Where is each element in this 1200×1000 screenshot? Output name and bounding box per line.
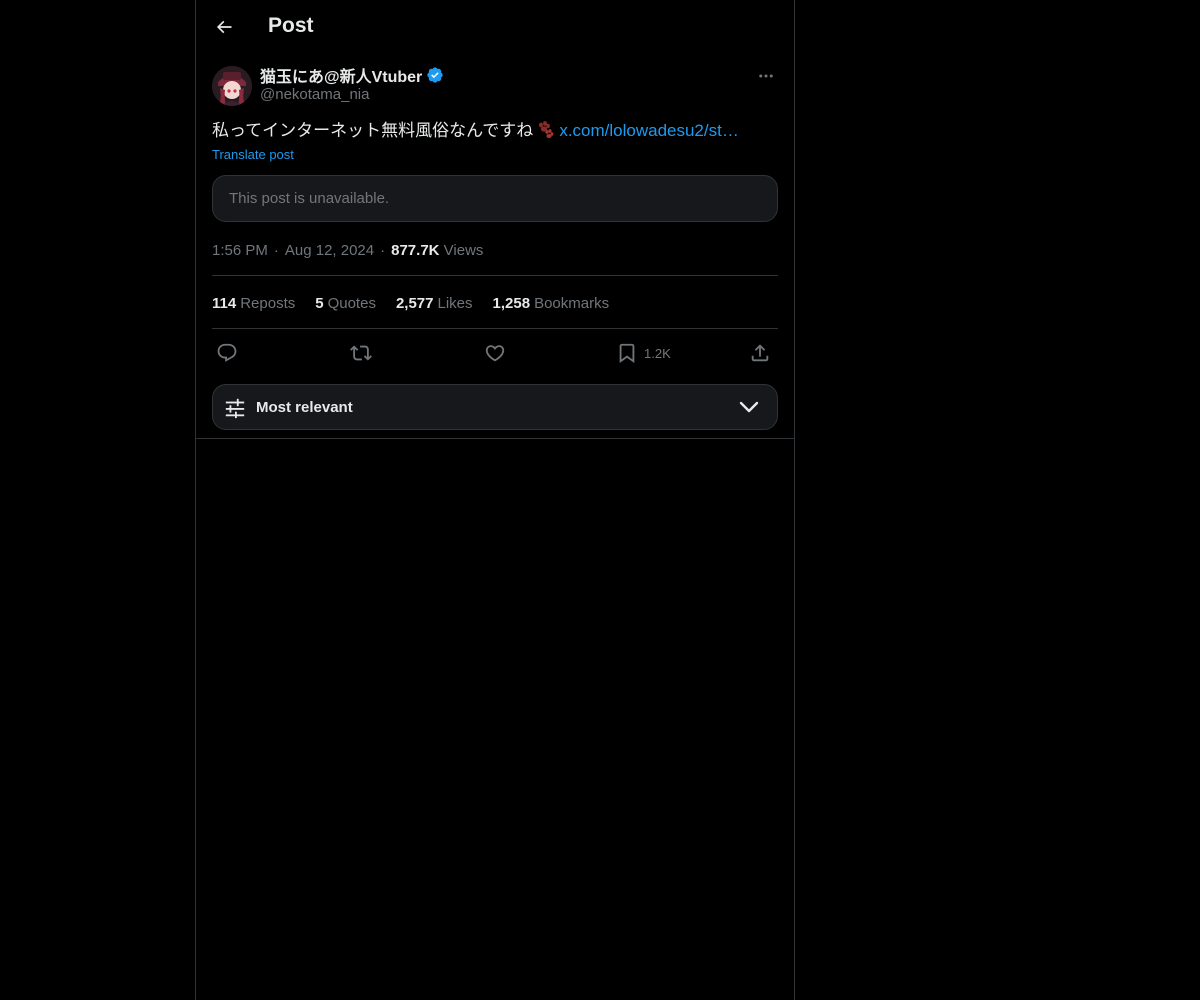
share-icon xyxy=(749,342,771,364)
views-stat: 877.7K Views xyxy=(391,242,483,259)
bookmark-button[interactable]: 1.2K xyxy=(616,340,671,366)
reply-button[interactable] xyxy=(216,340,238,366)
display-name[interactable]: 猫玉にあ@新人Vtuber xyxy=(260,63,422,87)
engagement-stats: 114 Reposts 5 Quotes 2,577 Likes 1,258 Bookm… xyxy=(212,292,609,314)
more-options-button[interactable] xyxy=(754,66,778,86)
repost-button[interactable] xyxy=(350,340,372,366)
stat-bookmarks[interactable]: 1,258 Bookmarks xyxy=(493,295,610,312)
stat-quotes[interactable]: 5 Quotes xyxy=(315,295,376,312)
stat-likes[interactable]: 2,577 Likes xyxy=(396,295,473,312)
stat-label: Bookmarks xyxy=(534,294,610,312)
post-body: 私ってインターネット無料風俗なんですね xyxy=(212,121,534,140)
post-actions: 1.2K xyxy=(212,340,778,366)
like-button[interactable] xyxy=(484,340,506,366)
chevron-down-icon xyxy=(739,400,759,414)
post-link[interactable]: x.com/lolowadesu2/st… xyxy=(559,121,739,140)
primary-column: Post 猫玉にあ@新人Vtuber @nekotama_nia 私ってインター… xyxy=(195,0,795,1000)
heart-icon xyxy=(484,342,506,364)
quoted-post-unavailable: This post is unavailable. xyxy=(212,175,778,222)
stat-label: Likes xyxy=(437,294,473,312)
post-header: Post xyxy=(196,0,794,54)
views-count: 877.7K xyxy=(391,241,440,259)
post-meta: 1:56 PM · Aug 12, 2024 · 877.7K Views xyxy=(212,240,483,260)
post-author: 猫玉にあ@新人Vtuber @nekotama_nia xyxy=(212,64,778,108)
meta-separator: · xyxy=(273,241,279,259)
avatar[interactable] xyxy=(212,66,252,106)
sort-label: Most relevant xyxy=(256,399,353,416)
stat-reposts[interactable]: 114 Reposts xyxy=(212,295,295,312)
arrow-left-icon xyxy=(214,17,234,37)
page-title: Post xyxy=(268,14,314,37)
stat-count: 2,577 xyxy=(395,294,434,312)
bookmark-icon xyxy=(616,342,638,364)
meta-separator: · xyxy=(380,241,386,259)
divider xyxy=(196,438,794,439)
views-label: Views xyxy=(443,241,484,259)
stat-label: Quotes xyxy=(327,294,376,312)
reply-sort-dropdown[interactable]: Most relevant xyxy=(212,384,778,430)
post-date[interactable]: Aug 12, 2024 xyxy=(285,242,374,259)
stat-count: 5 xyxy=(315,294,324,312)
repost-icon xyxy=(350,342,372,364)
bookmark-count: 1.2K xyxy=(644,345,671,361)
post-text: 私ってインターネット無料風俗なんですね x.com/lolowadesu2/st… xyxy=(212,118,782,144)
back-button[interactable] xyxy=(208,11,240,43)
reply-icon xyxy=(216,342,238,364)
verified-badge-icon xyxy=(426,66,444,84)
post-time[interactable]: 1:56 PM xyxy=(212,242,268,259)
stat-count: 114 xyxy=(212,294,237,312)
share-button[interactable] xyxy=(749,340,771,366)
stat-label: Reposts xyxy=(240,294,296,312)
translate-post-link[interactable]: Translate post xyxy=(212,147,294,162)
user-handle[interactable]: @nekotama_nia xyxy=(260,86,369,103)
divider xyxy=(212,328,778,329)
more-dots-icon xyxy=(757,67,775,85)
stat-count: 1,258 xyxy=(492,294,531,312)
divider xyxy=(212,275,778,276)
paw-prints-icon xyxy=(535,119,555,139)
sliders-icon xyxy=(224,397,246,419)
display-name-row[interactable]: 猫玉にあ@新人Vtuber xyxy=(260,64,444,86)
